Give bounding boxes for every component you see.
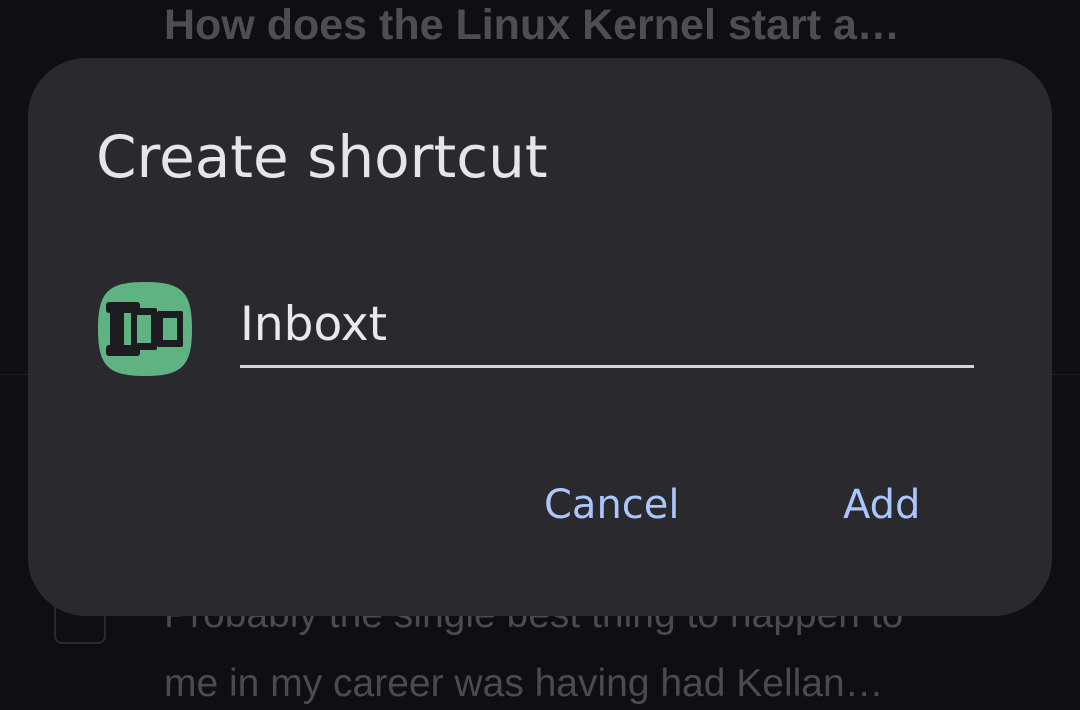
background-body-line-2: me in my career was having had Kellan… [164,662,884,705]
shortcut-name-field [240,286,974,368]
shortcut-name-input[interactable] [240,286,974,364]
dialog-title: Create shortcut [96,123,548,191]
screen: How does the Linux Kernel start a… Proba… [0,0,1080,710]
create-shortcut-dialog: Create shortcut Cancel Add [28,58,1052,616]
add-button[interactable]: Add [829,470,934,540]
inboxt-app-icon [96,280,194,378]
background-article-title: How does the Linux Kernel start a… [164,1,900,49]
cancel-button[interactable]: Cancel [530,470,694,540]
